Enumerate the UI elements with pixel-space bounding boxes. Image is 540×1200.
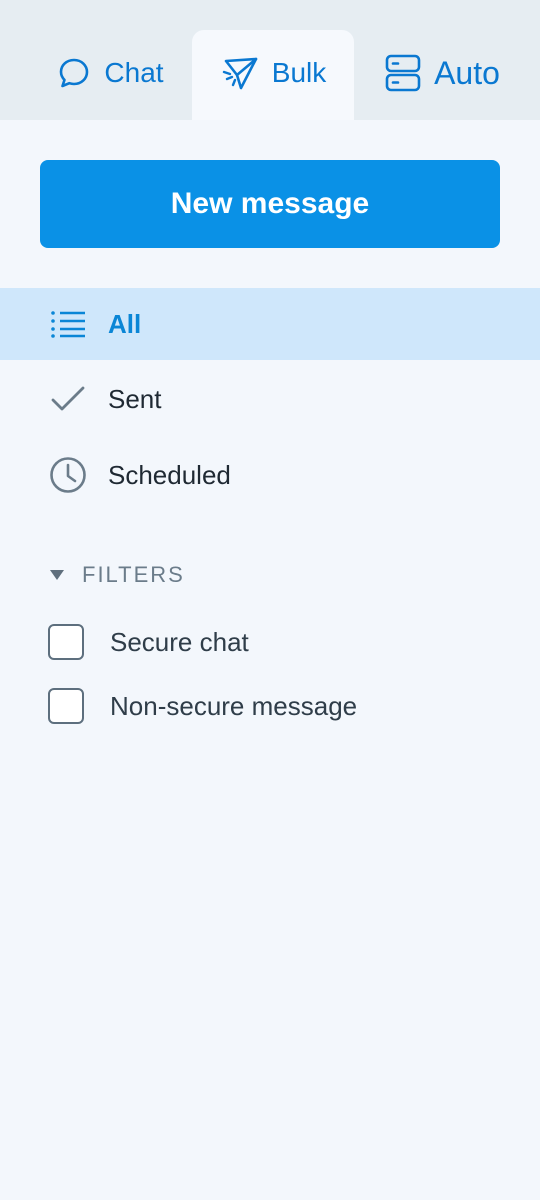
nav-item-scheduled-label: Scheduled	[108, 459, 231, 490]
nav-item-all-label: All	[108, 308, 142, 339]
caret-down-icon	[50, 570, 64, 580]
nav-item-all[interactable]: All	[0, 288, 540, 360]
new-message-button[interactable]: New message	[40, 160, 500, 248]
filter-non-secure-message[interactable]: Non-secure message	[48, 688, 357, 724]
nav-item-sent-label: Sent	[108, 383, 162, 414]
list-icon	[48, 304, 88, 344]
server-icon	[384, 53, 422, 93]
secure-chat-checkbox[interactable]	[48, 624, 84, 660]
filter-non-secure-message-label: Non-secure message	[110, 690, 358, 721]
filters-toggle[interactable]: FILTERS	[48, 562, 185, 588]
nav-item-sent[interactable]: Sent	[0, 363, 540, 435]
chat-bubble-icon	[56, 55, 92, 91]
paper-plane-icon	[220, 54, 260, 92]
check-icon	[48, 379, 88, 419]
tab-bulk[interactable]: Bulk	[192, 30, 354, 120]
filters-header-label: FILTERS	[82, 562, 185, 587]
tab-auto[interactable]: Auto	[362, 30, 522, 120]
tab-bulk-label: Bulk	[271, 57, 327, 88]
filter-secure-chat-label: Secure chat	[110, 626, 249, 657]
tab-chat[interactable]: Chat	[30, 30, 190, 120]
non-secure-message-checkbox[interactable]	[48, 688, 84, 724]
tab-chat-label: Chat	[104, 57, 164, 88]
tab-auto-label: Auto	[434, 54, 500, 91]
clock-icon	[48, 455, 88, 495]
filter-secure-chat[interactable]: Secure chat	[48, 624, 249, 660]
tab-bar: Chat Bulk Auto	[0, 0, 540, 120]
nav-item-scheduled[interactable]: Scheduled	[0, 439, 540, 511]
